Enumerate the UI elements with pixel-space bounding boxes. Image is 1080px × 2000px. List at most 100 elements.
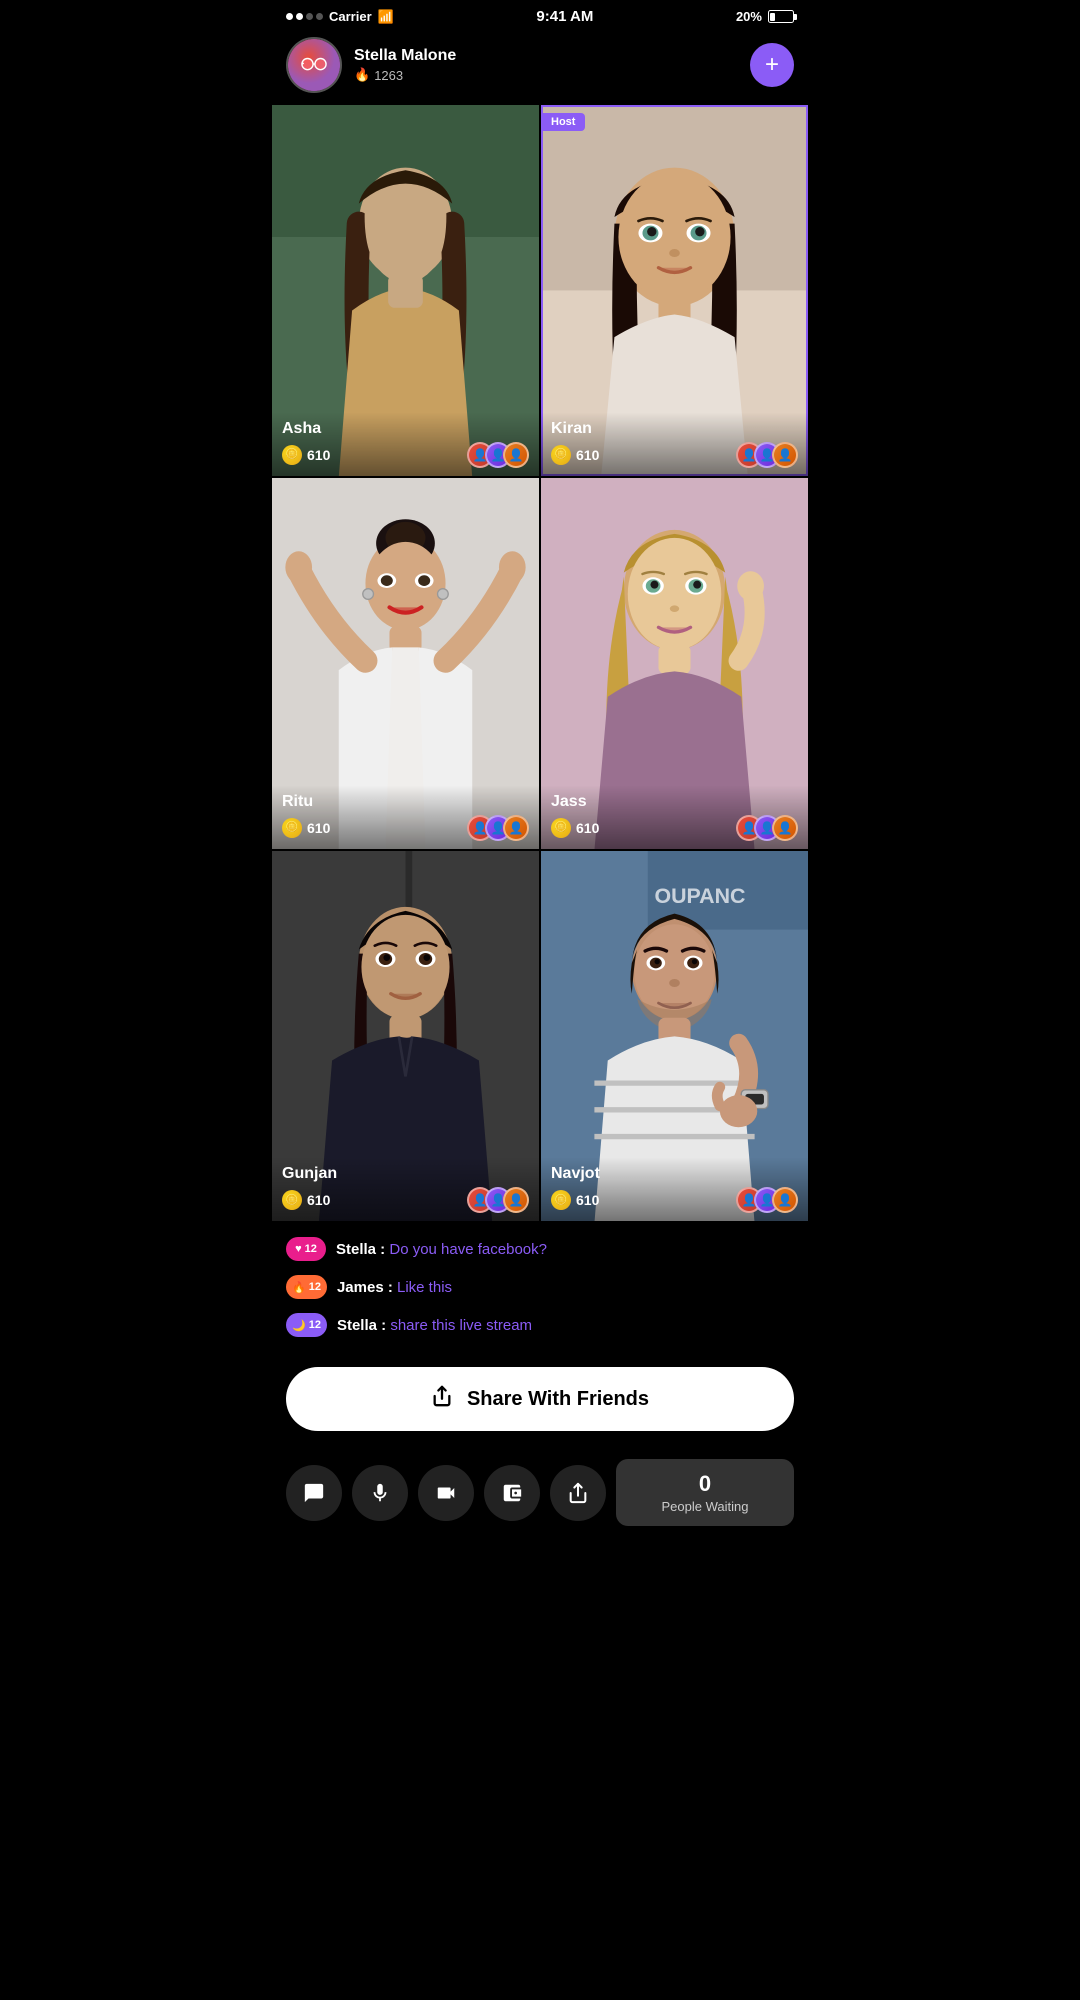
host-avatar-image [288, 39, 340, 91]
viewer-avatar-9: 👤 [503, 815, 529, 841]
signal-dot-3 [306, 13, 313, 20]
viewer-avatar-12: 👤 [772, 815, 798, 841]
asha-bottom: 🪙 610 👤 👤 👤 [282, 442, 529, 468]
jass-bottom: 🪙 610 👤 👤 👤 [551, 815, 798, 841]
asha-coins: 🪙 610 [282, 445, 330, 465]
people-waiting-label: People Waiting [632, 1499, 778, 1514]
chat-button[interactable] [286, 1465, 342, 1521]
chat-message-3: 🌙 12 Stella : share this live stream [286, 1313, 794, 1337]
video-cell-ritu[interactable]: Ritu 🪙 610 👤 👤 👤 [272, 478, 539, 849]
navjot-viewers: 👤 👤 👤 [736, 1187, 798, 1213]
video-cell-gunjan[interactable]: Gunjan 🪙 610 👤 👤 👤 [272, 851, 539, 1222]
share-bottom-button[interactable] [550, 1465, 606, 1521]
ritu-bottom: 🪙 610 👤 👤 👤 [282, 815, 529, 841]
asha-name: Asha [282, 420, 529, 438]
coin-icon-6: 🪙 [551, 1190, 571, 1210]
chat-message-2: 🔥 12 James : Like this [286, 1275, 794, 1299]
chat-level-2: 12 [309, 1281, 321, 1293]
kiran-bottom: 🪙 610 👤 👤 👤 [551, 442, 798, 468]
coin-icon: 🪙 [282, 445, 302, 465]
people-waiting-count: 0 [632, 1471, 778, 1497]
viewer-avatar-15: 👤 [503, 1187, 529, 1213]
jass-coins: 🪙 610 [551, 818, 599, 838]
chat-text-1: Stella : Do you have facebook? [336, 1241, 547, 1258]
ritu-coins: 🪙 610 [282, 818, 330, 838]
chat-level-1: 12 [305, 1243, 317, 1255]
battery-percent: 20% [736, 9, 762, 24]
status-right: 20% [736, 9, 794, 24]
signal-dot-4 [316, 13, 323, 20]
gunjan-bottom: 🪙 610 👤 👤 👤 [282, 1187, 529, 1213]
viewer-avatar-6: 👤 [772, 442, 798, 468]
battery-bar [768, 10, 794, 23]
navjot-coins: 🪙 610 [551, 1190, 599, 1210]
chat-message-1: ♥ 12 Stella : Do you have facebook? [286, 1237, 794, 1261]
ritu-name: Ritu [282, 793, 529, 811]
chat-level-3: 12 [309, 1319, 321, 1331]
coin-icon-4: 🪙 [551, 818, 571, 838]
kiran-overlay: Kiran 🪙 610 👤 👤 👤 [541, 412, 808, 476]
fire-icon: 🔥 [354, 67, 370, 83]
jass-overlay: Jass 🪙 610 👤 👤 👤 [541, 785, 808, 849]
host-avatar[interactable] [286, 37, 342, 93]
video-cell-asha[interactable]: Asha 🪙 610 👤 👤 👤 [272, 105, 539, 476]
host-score: 🔥 1263 [354, 67, 738, 83]
wifi-icon: 📶 [378, 9, 394, 25]
kiran-name: Kiran [551, 420, 798, 438]
clock: 9:41 AM [536, 8, 593, 25]
host-profile-bar: Stella Malone 🔥 1263 + [270, 29, 810, 105]
svg-text:OUPANC: OUPANC [654, 884, 745, 908]
chat-badge-2: 🔥 12 [286, 1275, 327, 1299]
video-cell-navjot[interactable]: OUPANC [541, 851, 808, 1222]
mic-button[interactable] [352, 1465, 408, 1521]
status-left: Carrier 📶 [286, 9, 394, 25]
gunjan-name: Gunjan [282, 1165, 529, 1183]
battery-fill [770, 13, 774, 21]
jass-name: Jass [551, 793, 798, 811]
gunjan-viewers: 👤 👤 👤 [467, 1187, 529, 1213]
viewer-avatar-3: 👤 [503, 442, 529, 468]
coin-icon-3: 🪙 [282, 818, 302, 838]
viewer-avatar-18: 👤 [772, 1187, 798, 1213]
gunjan-coins: 🪙 610 [282, 1190, 330, 1210]
share-button-label: Share With Friends [467, 1388, 649, 1411]
share-icon [431, 1385, 453, 1413]
kiran-coins: 🪙 610 [551, 445, 599, 465]
score-value: 1263 [374, 68, 403, 83]
heart-icon: ♥ [295, 1243, 302, 1255]
video-cell-kiran[interactable]: Host [541, 105, 808, 476]
host-badge: Host [541, 113, 585, 131]
asha-overlay: Asha 🪙 610 👤 👤 👤 [272, 412, 539, 476]
navjot-bottom: 🪙 610 👤 👤 👤 [551, 1187, 798, 1213]
navjot-name: Navjot [551, 1165, 798, 1183]
video-button[interactable] [418, 1465, 474, 1521]
asha-viewers: 👤 👤 👤 [467, 442, 529, 468]
fire-icon-2: 🔥 [292, 1281, 306, 1294]
battery-indicator [768, 10, 794, 23]
chat-text-3: Stella : share this live stream [337, 1317, 532, 1334]
bottom-bar: 0 People Waiting [270, 1447, 810, 1538]
host-name: Stella Malone [354, 47, 738, 65]
people-waiting-box: 0 People Waiting [616, 1459, 794, 1526]
video-grid: Asha 🪙 610 👤 👤 👤 Host [270, 105, 810, 1221]
signal-strength [286, 13, 323, 20]
ritu-viewers: 👤 👤 👤 [467, 815, 529, 841]
chat-area: ♥ 12 Stella : Do you have facebook? 🔥 12… [270, 1221, 810, 1363]
follow-button[interactable]: + [750, 43, 794, 87]
gunjan-overlay: Gunjan 🪙 610 👤 👤 👤 [272, 1157, 539, 1221]
signal-dot-2 [296, 13, 303, 20]
signal-dot-1 [286, 13, 293, 20]
video-cell-jass[interactable]: Jass 🪙 610 👤 👤 👤 [541, 478, 808, 849]
wallet-button[interactable] [484, 1465, 540, 1521]
moon-icon: 🌙 [292, 1319, 306, 1332]
status-bar: Carrier 📶 9:41 AM 20% [270, 0, 810, 29]
coin-icon-5: 🪙 [282, 1190, 302, 1210]
chat-badge-1: ♥ 12 [286, 1237, 326, 1261]
ritu-overlay: Ritu 🪙 610 👤 👤 👤 [272, 785, 539, 849]
chat-text-2: James : Like this [337, 1279, 452, 1296]
navjot-overlay: Navjot 🪙 610 👤 👤 👤 [541, 1157, 808, 1221]
carrier-label: Carrier [329, 9, 372, 24]
share-with-friends-button[interactable]: Share With Friends [286, 1367, 794, 1431]
kiran-viewers: 👤 👤 👤 [736, 442, 798, 468]
host-info: Stella Malone 🔥 1263 [354, 47, 738, 83]
